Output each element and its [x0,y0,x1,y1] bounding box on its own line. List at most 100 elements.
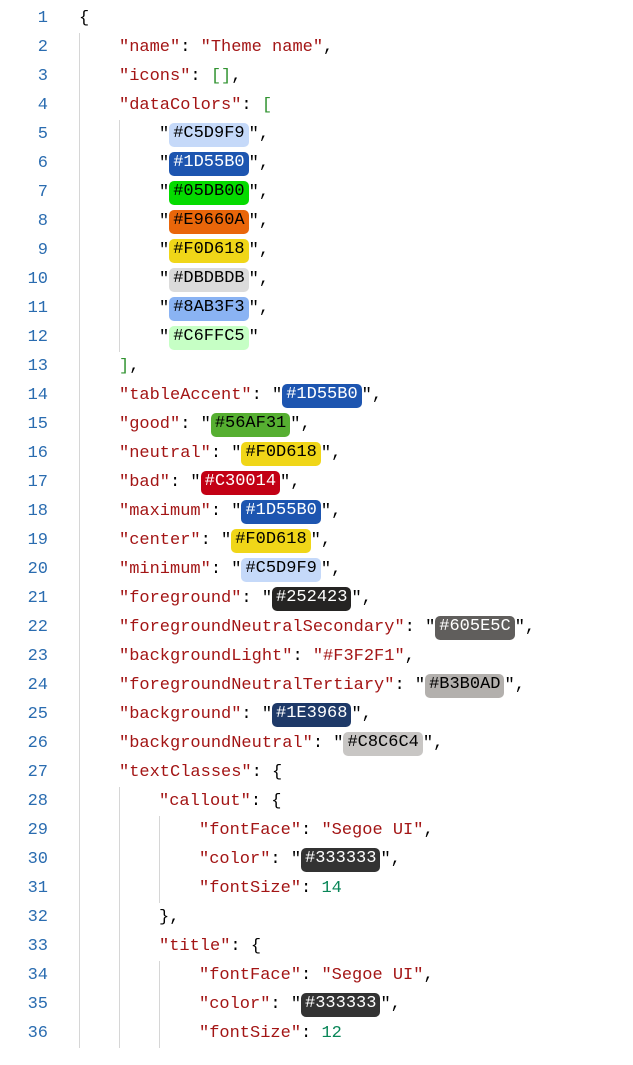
code-line: "dataColors": [ [64,91,633,120]
token-punc: : [301,966,321,985]
code-line: "fontSize": 14 [64,874,633,903]
color-swatch: #56AF31 [211,413,290,437]
color-swatch: #DBDBDB [169,268,248,292]
token-punc: " [159,125,169,144]
code-line: "fontFace": "Segoe UI", [64,816,633,845]
token-punc: " [272,386,282,405]
line-number: 24 [0,671,48,700]
token-punc: , [259,212,269,231]
token-punc: , [290,473,300,492]
code-line: "#C6FFC5" [64,323,633,352]
token-punc: " [249,241,259,260]
token-punc: " [249,183,259,202]
code-content[interactable]: {"name": "Theme name","icons": [],"dataC… [64,4,633,1048]
token-punc: " [249,328,259,347]
color-swatch: #C8C6C4 [343,732,422,756]
token-punc: : [211,560,231,579]
token-key: "foregroundNeutralTertiary" [119,676,394,695]
color-swatch: #C6FFC5 [169,326,248,350]
line-number: 26 [0,729,48,758]
token-key: "color" [199,850,270,869]
line-number: 21 [0,584,48,613]
token-key: "backgroundLight" [119,647,292,666]
color-swatch: #605E5C [435,616,514,640]
token-punc: : [170,473,190,492]
code-line: { [64,4,633,33]
line-number: 16 [0,439,48,468]
token-punc: , [259,270,269,289]
token-punc: : [201,531,221,550]
code-line: }, [64,903,633,932]
token-num: 12 [321,1024,341,1043]
token-punc: , [169,908,179,927]
token-punc: , [362,589,372,608]
token-bracket: [] [211,67,231,86]
token-punc: , [515,676,525,695]
color-swatch: #E9660A [169,210,248,234]
token-punc: " [311,531,321,550]
code-line: "minimum": "#C5D9F9", [64,555,633,584]
line-number: 5 [0,120,48,149]
code-line: "neutral": "#F0D618", [64,439,633,468]
token-punc: , [259,125,269,144]
code-line: "#1D55B0", [64,149,633,178]
token-punc: " [291,995,301,1014]
code-line: "center": "#F0D618", [64,526,633,555]
token-punc: : [301,821,321,840]
token-punc: , [259,299,269,318]
token-punc: , [423,966,433,985]
token-key: "foreground" [119,589,241,608]
token-key: "name" [119,38,180,57]
line-number: 1 [0,4,48,33]
token-punc: : [211,444,231,463]
token-punc: " [159,270,169,289]
token-punc: : [252,763,272,782]
token-punc: " [321,502,331,521]
line-number: 10 [0,265,48,294]
token-punc: , [423,821,433,840]
token-punc: " [333,734,343,753]
code-line: "foreground": "#252423", [64,584,633,613]
line-number: 32 [0,903,48,932]
line-number: 31 [0,874,48,903]
token-punc: " [159,154,169,173]
token-punc: " [291,850,301,869]
line-number: 28 [0,787,48,816]
line-number: 29 [0,816,48,845]
token-punc: , [362,705,372,724]
token-punc: " [380,850,390,869]
line-number: 18 [0,497,48,526]
token-punc: " [415,676,425,695]
color-swatch: #F0D618 [231,529,310,553]
code-line: "title": { [64,932,633,961]
token-punc: : [394,676,414,695]
line-number: 8 [0,207,48,236]
token-key: "good" [119,415,180,434]
line-number: 6 [0,149,48,178]
token-punc: " [159,183,169,202]
token-punc: , [321,531,331,550]
code-line: "good": "#56AF31", [64,410,633,439]
code-line: "#05DB00", [64,178,633,207]
token-punc: : [270,850,290,869]
code-line: ], [64,352,633,381]
line-number: 12 [0,323,48,352]
token-punc: " [231,502,241,521]
token-str: "Segoe UI" [321,821,423,840]
token-punc: " [351,705,361,724]
token-punc: " [231,444,241,463]
token-key: "fontFace" [199,821,301,840]
token-punc: " [249,299,259,318]
code-line: "bad": "#C30014", [64,468,633,497]
token-punc: , [331,444,341,463]
token-punc: , [331,560,341,579]
token-punc: : [251,792,271,811]
color-swatch: #C5D9F9 [169,123,248,147]
line-number: 34 [0,961,48,990]
line-number: 22 [0,613,48,642]
token-num: 14 [321,879,341,898]
color-swatch: #333333 [301,993,380,1017]
code-line: "icons": [], [64,62,633,91]
line-number: 4 [0,91,48,120]
line-number: 15 [0,410,48,439]
